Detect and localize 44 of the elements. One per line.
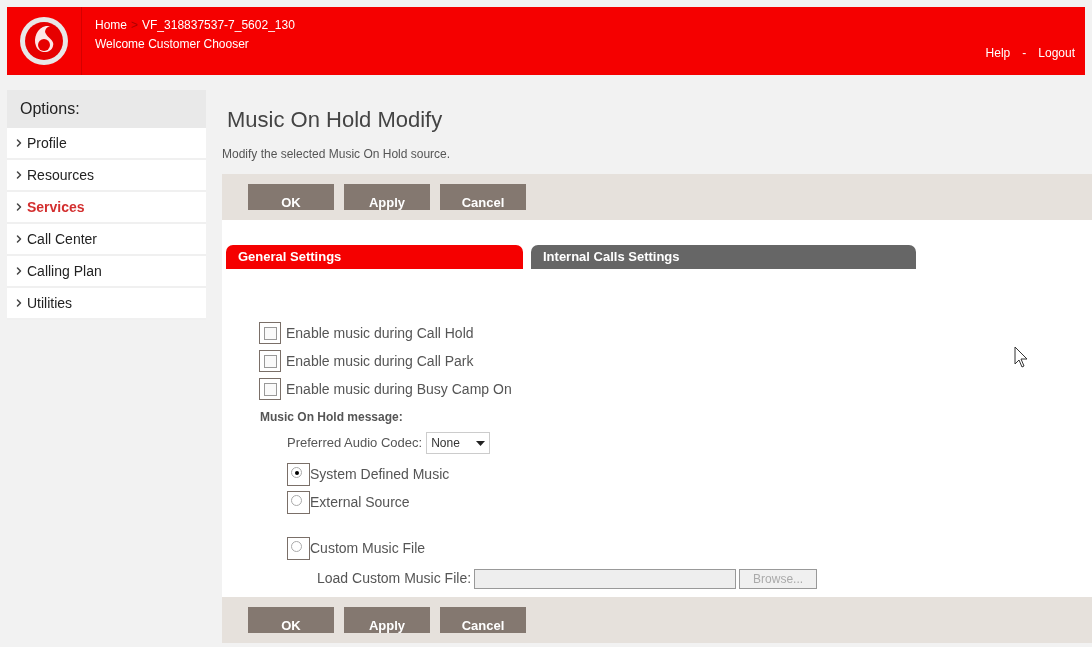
link-separator: - [1022, 45, 1027, 62]
section-title: Music On Hold message: [259, 409, 404, 426]
sidebar-item[interactable]: Call Center [7, 224, 206, 256]
sidebar-item[interactable]: Services [7, 192, 206, 224]
caret-icon [476, 440, 486, 446]
sidebar-item[interactable]: Calling Plan [7, 256, 206, 288]
ok-button[interactable]: OK [248, 607, 334, 633]
checkbox[interactable] [263, 354, 277, 368]
sidebar-header: Options: [7, 90, 206, 128]
page-description: Modify the selected Music On Hold source. [222, 146, 452, 163]
file-label: Load Custom Music File: [317, 569, 472, 588]
checkbox-label: Enable music during Busy Camp On [286, 379, 512, 399]
ok-button[interactable]: OK [248, 184, 334, 210]
breadcrumb-separator: > [131, 17, 139, 34]
radio-label: System Defined Music [310, 465, 450, 484]
logout-link[interactable]: Logout [1038, 44, 1075, 62]
radio-label: Custom Music File [310, 539, 426, 558]
checkbox-label: Enable music during Call Park [286, 351, 474, 371]
cancel-button[interactable]: Cancel [440, 184, 526, 210]
radio-button[interactable] [291, 541, 302, 552]
cancel-button[interactable]: Cancel [440, 607, 526, 633]
pointer-icon [1014, 346, 1028, 368]
codec-dropdown[interactable]: None [426, 432, 491, 454]
sidebar-item[interactable]: Utilities [7, 288, 206, 320]
tab[interactable]: General Settings [226, 245, 523, 269]
tab[interactable]: Internal Calls Settings [531, 245, 916, 269]
welcome-text: Welcome Customer Chooser [95, 37, 249, 51]
sidebar-item[interactable]: Resources [7, 160, 206, 192]
checkbox-label: Enable music during Call Hold [286, 323, 474, 343]
apply-button[interactable]: Apply [344, 607, 430, 633]
apply-button[interactable]: Apply [344, 184, 430, 210]
radio-button[interactable] [291, 495, 302, 506]
radio-button[interactable] [291, 467, 302, 478]
home-link[interactable]: Home [95, 16, 127, 35]
page-title: Music On Hold Modify [226, 106, 444, 134]
checkbox[interactable] [263, 382, 277, 396]
codec-label: Preferred Audio Codec: [287, 434, 423, 453]
radio-label: External Source [310, 493, 410, 512]
checkbox[interactable] [263, 326, 277, 340]
help-link[interactable]: Help [985, 44, 1011, 62]
sidebar-item[interactable]: Profile [7, 128, 206, 160]
logo-icon [19, 16, 69, 66]
breadcrumb-current: VF_318837537-7_5602_130 [142, 17, 295, 34]
file-path-field[interactable] [474, 568, 737, 589]
